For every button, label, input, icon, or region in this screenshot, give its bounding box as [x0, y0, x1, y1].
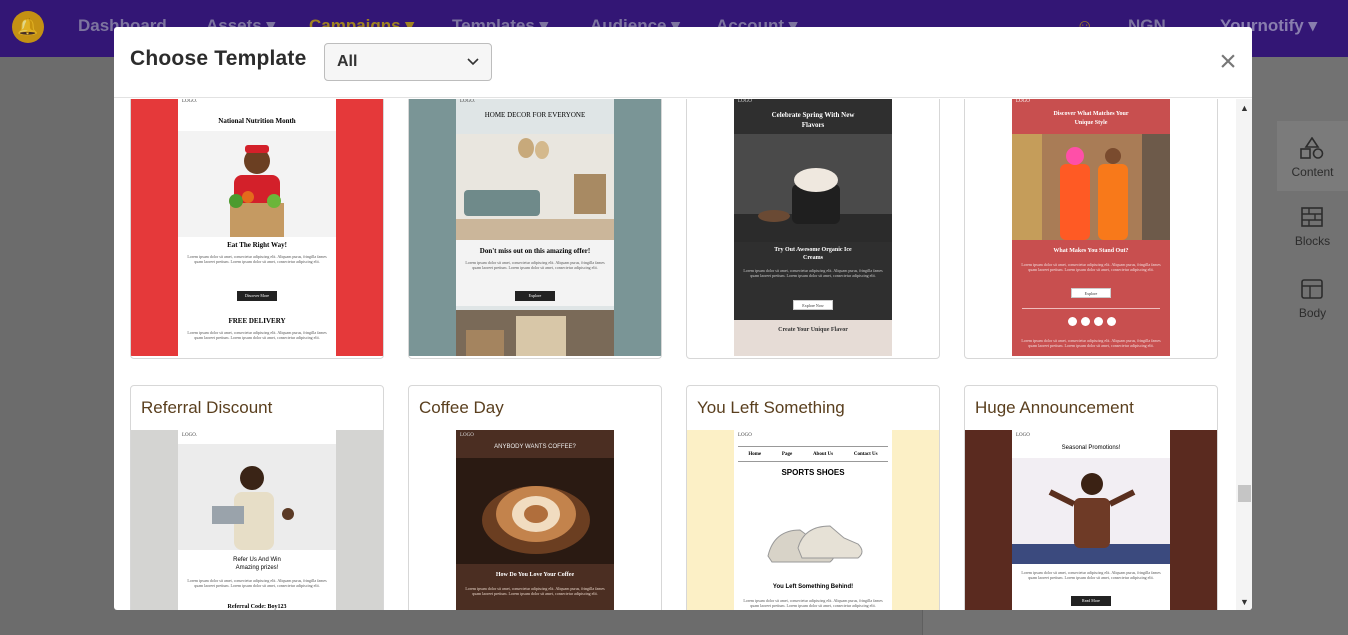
email-subheading: Try Out Awesome Organic Ice Creams — [774, 247, 852, 261]
email-body-text: Lorem ipsum dolor sit amet, consectetur … — [1021, 262, 1161, 272]
email-cta-button: Explore — [515, 291, 555, 301]
scrollbar-thumb[interactable] — [1238, 485, 1251, 502]
email-cta-button: Explore — [1071, 288, 1111, 298]
logo-text: LOGO — [1016, 99, 1030, 104]
email-preview: LOGO Home Page About Us Contact Us SPORT… — [734, 430, 892, 610]
email-heading: ANYBODY WANTS COFFEE? — [494, 444, 576, 450]
fashion-image — [1012, 134, 1170, 240]
email-body-text: Lorem ipsum dolor sit amet, consectetur … — [743, 268, 883, 278]
template-preview: LOGO Celebrate Spring With New Flavors T… — [687, 99, 939, 356]
email-nav-item: Contact Us — [853, 451, 878, 457]
email-preview: LOGO. Refer Us And Win Amazing prizes! L… — [178, 430, 336, 610]
email-preview: LOGO Discover What Matches Your Unique S… — [1012, 99, 1170, 356]
logo-text: LOGO — [1016, 433, 1030, 438]
email-subheading: Eat The Right Way! — [227, 241, 287, 249]
logo-text: LOGO — [460, 433, 474, 438]
email-subheading: How Do You Love Your Coffee — [495, 572, 575, 578]
logo-text: LOGO — [738, 99, 752, 104]
vertical-scrollbar[interactable]: ▲ ▼ — [1236, 99, 1252, 610]
email-cta-button: Discover More — [237, 291, 277, 301]
template-preview: LOGO Seasonal Promotions! Lorem ipsum do… — [965, 430, 1217, 610]
email-footer-heading: Create Your Unique Flavor — [778, 327, 848, 333]
email-body-text: Lorem ipsum dolor sit amet, consectetur … — [465, 260, 605, 270]
announcement-person-image — [1012, 458, 1170, 564]
template-preview: LOGO Discover What Matches Your Unique S… — [965, 99, 1217, 356]
sneakers-image — [734, 490, 892, 578]
template-card[interactable]: LOGO. National Nutrition Month Eat The R… — [130, 99, 384, 359]
template-preview: LOGO ANYBODY WANTS COFFEE? How Do You Lo… — [409, 430, 661, 610]
filter-value: All — [337, 53, 358, 70]
template-name: Referral Discount — [141, 398, 273, 417]
email-subheading: Don't miss out on this amazing offer! — [479, 247, 591, 255]
email-heading: National Nutrition Month — [218, 117, 296, 125]
template-card[interactable]: Huge Announcement LOGO Seasonal Promotio… — [964, 385, 1218, 610]
email-body-text: Lorem ipsum dolor sit amet, consectetur … — [465, 586, 605, 596]
email-body-text: Lorem ipsum dolor sit amet, consectetur … — [743, 598, 883, 608]
email-nav-item: Page — [781, 451, 793, 457]
referral-person-image — [178, 444, 336, 550]
email-subheading: You Left Something Behind! — [772, 584, 854, 590]
template-preview: LOGO. National Nutrition Month Eat The R… — [131, 99, 383, 356]
template-card[interactable]: Coffee Day LOGO ANYBODY WANTS COFFEE? Ho… — [408, 385, 662, 610]
living-room-image — [456, 134, 614, 240]
choose-template-modal: Choose Template All × LOGO. National Nut… — [114, 27, 1252, 610]
email-heading: Refer Us And Win Amazing prizes! — [233, 557, 281, 571]
logo-text: LOGO — [738, 433, 752, 438]
email-preview: LOGO Celebrate Spring With New Flavors T… — [734, 99, 892, 356]
email-preview: LOGO Seasonal Promotions! Lorem ipsum do… — [1012, 430, 1170, 610]
template-card[interactable]: LOGO Celebrate Spring With New Flavors T… — [686, 99, 940, 359]
email-heading: Discover What Matches Your Unique Style — [1053, 111, 1129, 126]
scroll-up-icon[interactable]: ▲ — [1240, 103, 1249, 113]
template-card[interactable]: Referral Discount LOGO. Refer Us And Win… — [130, 385, 384, 610]
email-cta-button: Read More — [1071, 596, 1111, 606]
email-cta-button: Explore Now — [793, 300, 833, 310]
social-icons — [1068, 317, 1116, 326]
chevron-down-icon — [467, 58, 479, 66]
logo-text: LOGO. — [182, 99, 198, 104]
modal-header: Choose Template All × — [114, 27, 1252, 98]
email-body-text: Lorem ipsum dolor sit amet, consectetur … — [187, 254, 327, 264]
template-card[interactable]: You Left Something LOGO Home Page About … — [686, 385, 940, 610]
email-preview: LOGO. HOME DECOR FOR EVERYONE Don't miss… — [456, 99, 614, 356]
close-icon[interactable]: × — [1214, 47, 1242, 77]
category-filter-select[interactable]: All — [324, 43, 492, 81]
email-body-text: Lorem ipsum dolor sit amet, consectetur … — [187, 578, 327, 588]
template-card[interactable]: LOGO. HOME DECOR FOR EVERYONE Don't miss… — [408, 99, 662, 359]
template-name: You Left Something — [697, 398, 845, 417]
email-subheading: What Makes You Stand Out? — [1053, 248, 1129, 254]
email-nav-item: Home — [748, 451, 762, 457]
template-card[interactable]: LOGO Discover What Matches Your Unique S… — [964, 99, 1218, 359]
ice-cream-image — [734, 134, 892, 242]
template-name: Huge Announcement — [975, 398, 1134, 417]
scroll-down-icon[interactable]: ▼ — [1240, 597, 1249, 607]
email-heading: Celebrate Spring With New Flavors — [771, 111, 855, 129]
email-nav: Home Page About Us Contact Us — [738, 446, 888, 462]
template-name: Coffee Day — [419, 398, 504, 417]
email-nav-item: About Us — [812, 451, 834, 457]
template-preview: LOGO. HOME DECOR FOR EVERYONE Don't miss… — [409, 99, 661, 356]
template-preview: LOGO Home Page About Us Contact Us SPORT… — [687, 430, 939, 610]
template-preview: LOGO. Refer Us And Win Amazing prizes! L… — [131, 430, 383, 610]
template-grid: LOGO. National Nutrition Month Eat The R… — [114, 99, 1236, 610]
email-footer-heading: Referral Code: Boy123 — [227, 604, 287, 610]
email-preview: LOGO ANYBODY WANTS COFFEE? How Do You Lo… — [456, 430, 614, 610]
coffee-cup-image — [456, 458, 614, 564]
email-preview: LOGO. National Nutrition Month Eat The R… — [178, 99, 336, 356]
delivery-man-image — [178, 131, 336, 237]
logo-text: LOGO. — [182, 433, 198, 438]
logo-text: LOGO. — [460, 99, 476, 104]
email-footer-text: Lorem ipsum dolor sit amet, consectetur … — [187, 330, 327, 340]
email-heading: HOME DECOR FOR EVERYONE — [484, 111, 586, 119]
interior-image — [456, 310, 614, 356]
modal-title: Choose Template — [130, 47, 307, 70]
email-body-text: Lorem ipsum dolor sit amet, consectetur … — [1021, 570, 1161, 580]
email-heading: Seasonal Promotions! — [1061, 445, 1121, 451]
email-footer-text: Lorem ipsum dolor sit amet, consectetur … — [1021, 338, 1161, 348]
email-footer-heading: FREE DELIVERY — [228, 317, 286, 325]
email-heading: SPORTS SHOES — [781, 468, 845, 477]
